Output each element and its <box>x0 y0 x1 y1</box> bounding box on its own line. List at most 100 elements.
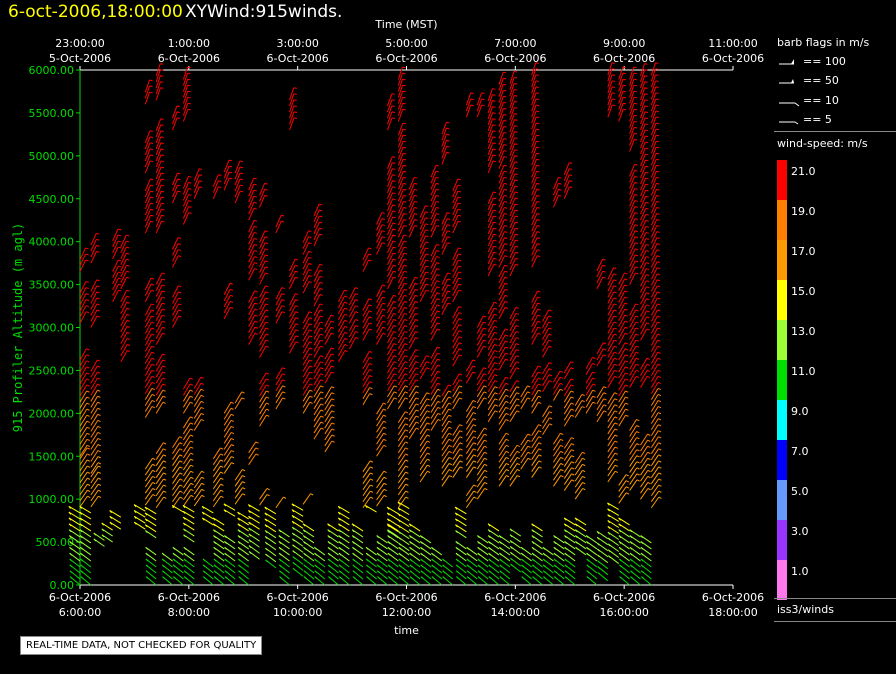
wind-barb <box>452 373 460 386</box>
wind-barb-flag <box>536 182 540 185</box>
wind-barb <box>585 401 594 414</box>
wind-barb-flag <box>320 385 324 388</box>
wind-barb <box>201 505 214 514</box>
wind-barb-flag <box>189 383 193 386</box>
wind-barb-flag <box>558 188 562 191</box>
wind-barb <box>430 316 438 329</box>
wind-barb-flag <box>179 478 183 481</box>
wind-barb-flag <box>505 376 509 379</box>
wind-barb <box>362 484 371 497</box>
wind-barb <box>289 305 296 318</box>
wind-barb-flag <box>535 104 540 107</box>
wind-barb-flag <box>404 312 408 315</box>
bottom-tick-date: 6-Oct-2006 <box>484 591 546 604</box>
wind-barb <box>452 348 460 361</box>
wind-barb <box>408 427 417 440</box>
wind-barb <box>376 224 383 237</box>
wind-barb-flag <box>150 196 154 199</box>
wind-barb <box>509 331 517 344</box>
top-tick-time: 5:00:00 <box>385 37 427 50</box>
wind-barb-flag <box>126 234 130 237</box>
wind-barb-flag <box>655 140 660 143</box>
wind-barb <box>289 105 295 119</box>
wind-barb-flag <box>368 298 372 301</box>
wind-barb-flag <box>645 195 649 198</box>
wind-barb-flag <box>624 342 629 345</box>
wind-barb-flag <box>537 290 541 293</box>
wind-barb-flag <box>514 185 518 188</box>
wind-barb <box>134 515 146 524</box>
wind-barb <box>324 326 332 339</box>
wind-barb-flag <box>266 414 270 417</box>
wind-barb <box>650 454 659 466</box>
wind-barb <box>338 289 345 302</box>
wind-barb <box>144 148 151 162</box>
wind-barb-flag <box>657 291 661 294</box>
wind-barb <box>542 339 550 352</box>
wind-barb-flag <box>344 331 348 334</box>
wind-barb-flag <box>646 268 650 271</box>
wind-barb-flag <box>331 359 335 362</box>
wind-barb <box>376 402 384 415</box>
wind-barb <box>408 523 421 532</box>
wind-barb <box>650 472 660 484</box>
wind-barb <box>109 521 122 530</box>
wind-barb <box>289 117 295 131</box>
wind-barb <box>182 510 195 519</box>
wind-barb <box>596 392 605 405</box>
wind-barb-flag <box>403 200 407 203</box>
wind-barb <box>531 377 539 390</box>
wind-barb-flag <box>458 354 463 357</box>
wind-barb <box>419 211 426 224</box>
wind-barb-flag <box>527 385 531 388</box>
wind-barb-flag <box>516 355 520 358</box>
wind-barb <box>259 254 266 267</box>
wind-barb-flag <box>97 477 102 480</box>
wind-barb <box>441 272 449 285</box>
wind-barb <box>650 122 657 136</box>
wind-barb <box>182 212 190 225</box>
wind-barb <box>302 353 310 366</box>
wind-barb-flag <box>179 460 183 463</box>
wind-barb <box>408 213 415 226</box>
wind-barb-flag <box>503 71 507 74</box>
wind-barb-flag <box>118 289 122 292</box>
colorbar-label: 5.0 <box>791 485 809 498</box>
wind-barb-flag <box>403 176 407 179</box>
wind-barb-flag <box>483 397 487 400</box>
wind-barb <box>155 148 162 162</box>
wind-barb-flag <box>493 245 497 248</box>
wind-barb-flag <box>436 250 440 252</box>
wind-barb-flag <box>536 152 540 155</box>
wind-barb-flag <box>96 297 100 300</box>
wind-barb <box>650 134 657 148</box>
wind-barb <box>476 476 485 488</box>
wind-barb <box>487 386 496 399</box>
wind-barb <box>618 97 624 110</box>
wind-barb <box>465 104 472 118</box>
wind-barb <box>465 418 474 430</box>
wind-barb-flag <box>612 86 616 88</box>
wind-barb-flag <box>636 467 640 470</box>
wind-barb-flag <box>504 288 508 291</box>
wind-barb-flag <box>86 453 91 456</box>
wind-barb <box>476 464 485 476</box>
wind-barb-flag <box>515 209 519 212</box>
wind-barb <box>302 257 310 270</box>
wind-barb-flag <box>344 337 348 340</box>
wind-barb <box>419 235 427 248</box>
wind-barb <box>155 87 161 101</box>
wind-barb <box>223 283 231 296</box>
wind-barb <box>351 523 364 532</box>
wind-barb-flag <box>126 295 130 298</box>
wind-barb-flag <box>614 398 618 401</box>
wind-barb <box>348 325 356 338</box>
wind-barb <box>430 352 438 365</box>
wind-barb-flag <box>457 202 461 205</box>
wind-barb <box>465 412 474 424</box>
wind-barb <box>629 479 638 491</box>
wind-barb-flag <box>200 400 204 404</box>
wind-barb-flag <box>86 348 90 351</box>
wind-barb <box>397 313 405 326</box>
wind-barb <box>193 395 202 407</box>
